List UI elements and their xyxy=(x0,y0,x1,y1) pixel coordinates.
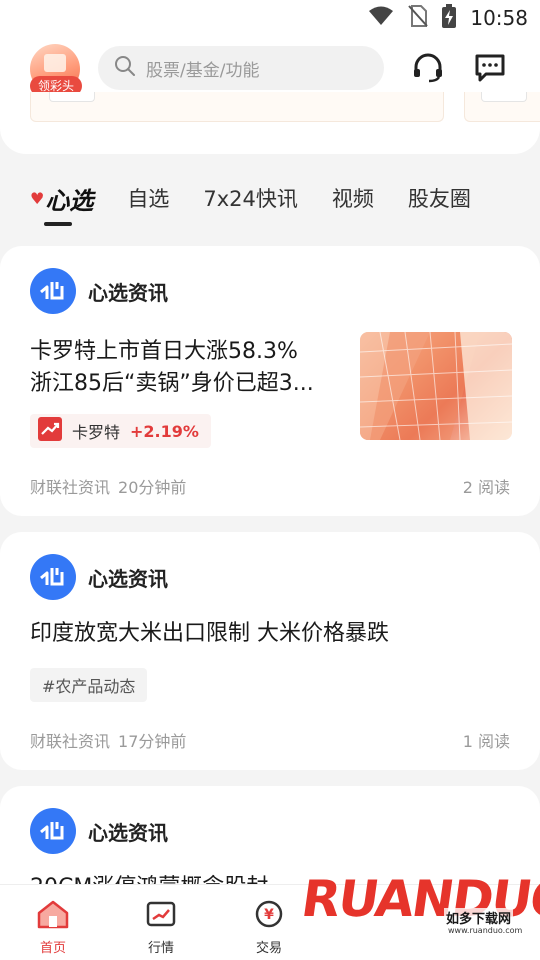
banner-card[interactable] xyxy=(30,92,444,122)
headline[interactable]: 印度放宽大米出口限制 大米价格暴跌 xyxy=(30,618,510,650)
svg-text:¥: ¥ xyxy=(264,907,274,923)
tab-7x24-news[interactable]: 7x24快讯 xyxy=(203,176,298,220)
headline[interactable]: 卡罗特上市首日大涨58.3% 浙江85后“卖锅”身价已超3... xyxy=(30,336,350,400)
status-bar: 10:58 xyxy=(0,0,540,36)
source-name: 心选资讯 xyxy=(88,280,168,305)
trade-icon: ¥ xyxy=(252,899,286,933)
wifi-icon xyxy=(368,6,394,30)
publish-time: 17分钟前 xyxy=(118,732,187,751)
watermark-url: www.ruanduo.com xyxy=(448,926,523,935)
nav-label: 行情 xyxy=(147,941,174,956)
nav-label: 首页 xyxy=(39,941,66,956)
no-sim-icon xyxy=(408,5,429,31)
stock-name: 卡罗特 xyxy=(72,423,121,442)
publisher: 财联社资讯 xyxy=(30,478,111,497)
stock-change: +2.19% xyxy=(130,421,199,441)
card-header: 心选资讯 xyxy=(30,268,168,314)
xinxuan-logo-icon xyxy=(30,268,76,314)
tab-label: 心选 xyxy=(45,186,94,215)
news-thumbnail[interactable] xyxy=(360,332,512,440)
headline-line-1: 卡罗特上市首日大涨58.3% xyxy=(30,339,298,364)
read-count: 1 阅读 xyxy=(462,732,510,751)
tab-video[interactable]: 视频 xyxy=(332,176,374,220)
tab-label: 7x24快讯 xyxy=(203,187,298,211)
header: 领彩头 股票/基金/功能 xyxy=(0,36,540,154)
tab-xinxuan[interactable]: ♥ 心选 xyxy=(30,176,94,226)
xinxuan-logo-icon xyxy=(30,554,76,600)
source-name: 心选资讯 xyxy=(88,820,168,845)
heart-icon: ♥ xyxy=(30,188,45,208)
tab-active-indicator xyxy=(44,222,72,226)
news-card[interactable]: 心选资讯 卡罗特上市首日大涨58.3% 浙江85后“卖锅”身价已超3... 卡罗… xyxy=(0,246,540,516)
tab-stock-community[interactable]: 股友圈 xyxy=(408,176,471,220)
search-icon xyxy=(114,55,136,81)
headline-line-2: 浙江85后“卖锅”身价已超3... xyxy=(30,371,314,396)
card-header: 心选资讯 xyxy=(30,808,168,854)
tab-label: 股友圈 xyxy=(407,187,471,211)
tab-watchlist[interactable]: 自选 xyxy=(127,176,169,220)
watermark-logo: RUANDUO 如多下载网 www.ruanduo.com xyxy=(298,864,540,956)
battery-charging-icon xyxy=(442,4,457,32)
home-icon xyxy=(36,899,70,933)
search-placeholder: 股票/基金/功能 xyxy=(146,60,260,81)
message-icon[interactable] xyxy=(472,50,508,86)
publisher: 财联社资讯 xyxy=(30,732,111,751)
stock-chip[interactable]: 卡罗特 +2.19% xyxy=(30,414,211,448)
publish-time: 20分钟前 xyxy=(118,478,187,497)
xinxuan-logo-icon xyxy=(30,808,76,854)
card-header: 心选资讯 xyxy=(30,554,168,600)
read-count: 2 阅读 xyxy=(462,478,510,497)
stock-trend-icon xyxy=(38,417,62,445)
source-name: 心选资讯 xyxy=(88,566,168,591)
tag-label: #农产品动态 xyxy=(42,677,136,696)
tab-bar: ♥ 心选 自选 7x24快讯 视频 股友圈 xyxy=(0,170,540,226)
tab-label: 自选 xyxy=(127,187,170,211)
banner-card-2[interactable] xyxy=(464,92,540,122)
nav-trade[interactable]: ¥ 交易 xyxy=(239,899,299,956)
customer-service-icon[interactable] xyxy=(410,50,446,86)
card-meta: 财联社资讯 17分钟前 xyxy=(30,728,186,752)
nav-market[interactable]: 行情 xyxy=(131,899,191,956)
watermark-cn: 如多下载网 xyxy=(444,908,514,927)
card-meta: 财联社资讯 20分钟前 xyxy=(30,474,186,498)
nav-home[interactable]: 首页 xyxy=(23,899,83,956)
nav-label: 交易 xyxy=(255,941,282,956)
search-input[interactable]: 股票/基金/功能 xyxy=(98,46,384,90)
topic-tag[interactable]: #农产品动态 xyxy=(30,668,148,702)
news-card[interactable]: 心选资讯 印度放宽大米出口限制 大米价格暴跌 #农产品动态 财联社资讯 17分钟… xyxy=(0,532,540,770)
status-time: 10:58 xyxy=(470,6,528,30)
market-icon xyxy=(144,899,178,933)
tab-label: 视频 xyxy=(331,187,374,211)
